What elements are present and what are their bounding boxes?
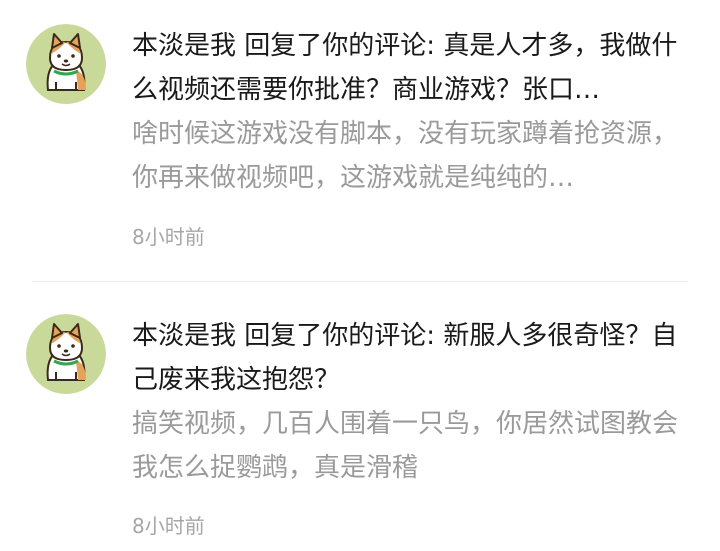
username[interactable]: 本淡是我 xyxy=(132,31,236,61)
action-text: 回复了你的评论: xyxy=(244,31,436,61)
shiba-dog-icon xyxy=(26,24,106,104)
reply-notification[interactable]: 本淡是我 回复了你的评论: 新服人多很奇怪？自己废来我这抱怨？ 搞笑视频，几百人… xyxy=(0,282,720,551)
quoted-comment[interactable]: 啥时候这游戏没有脚本，没有玩家蹲着抢资源，你再来做视频吧，这游戏就是纯纯的… xyxy=(132,112,684,200)
reply-text: 本淡是我 回复了你的评论: 新服人多很奇怪？自己废来我这抱怨？ xyxy=(132,314,684,402)
avatar[interactable] xyxy=(26,24,106,104)
shiba-dog-icon xyxy=(26,314,106,394)
quoted-comment[interactable]: 搞笑视频，几百人围着一只鸟，你居然试图教会我怎么捉鹦鹉，真是滑稽 xyxy=(132,402,684,490)
reply-notification[interactable]: 本淡是我 回复了你的评论: 真是人才多，我做什么视频还需要你批准？商业游戏？张口… xyxy=(0,0,720,281)
timestamp: 8小时前 xyxy=(132,225,205,249)
reply-text: 本淡是我 回复了你的评论: 真是人才多，我做什么视频还需要你批准？商业游戏？张口… xyxy=(132,24,684,112)
avatar[interactable] xyxy=(26,314,106,394)
notification-content: 本淡是我 回复了你的评论: 真是人才多，我做什么视频还需要你批准？商业游戏？张口… xyxy=(132,24,684,200)
timestamp: 8小时前 xyxy=(132,514,205,538)
action-text: 回复了你的评论: xyxy=(244,321,436,351)
notification-content: 本淡是我 回复了你的评论: 新服人多很奇怪？自己废来我这抱怨？ 搞笑视频，几百人… xyxy=(132,314,684,490)
username[interactable]: 本淡是我 xyxy=(132,321,236,351)
